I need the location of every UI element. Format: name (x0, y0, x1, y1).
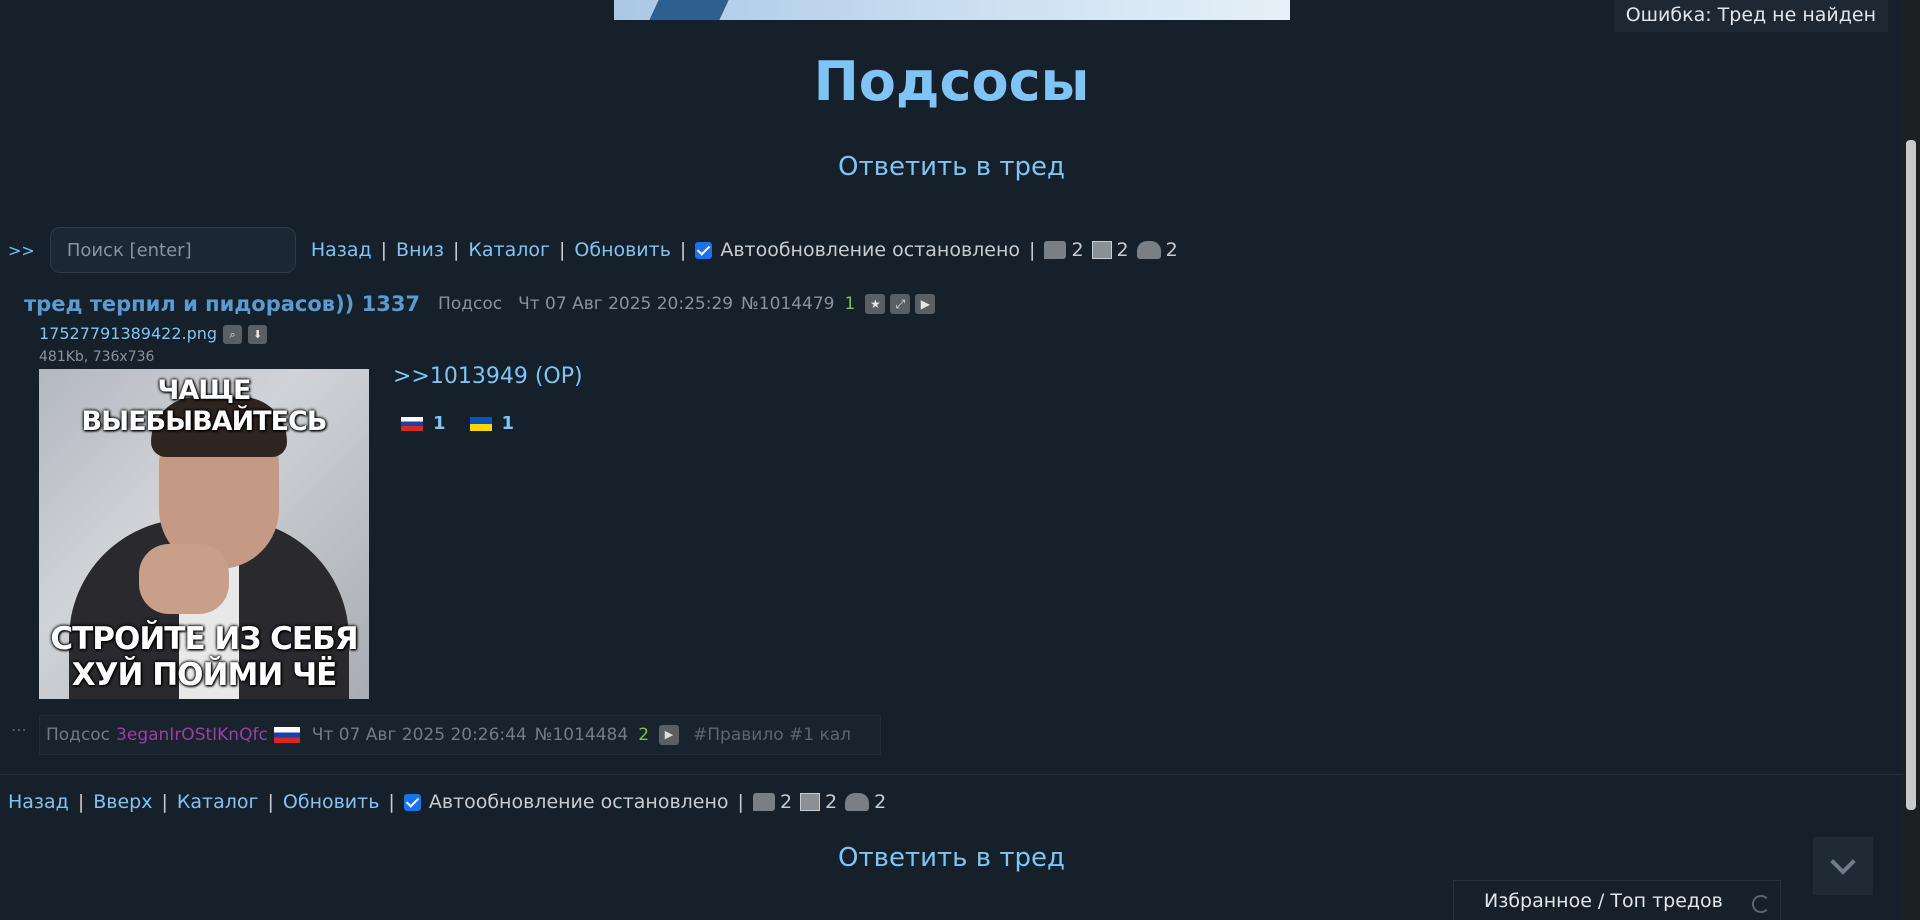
meme-bottom-line-1: СТРОЙТЕ ИЗ СЕБЯ (50, 621, 358, 657)
top-banner[interactable] (614, 0, 1290, 20)
comment-icon (752, 793, 775, 811)
nav-catalog-link[interactable]: Каталог (177, 791, 259, 813)
play-icon[interactable]: ▶ (915, 294, 936, 314)
posts-count: 2 (1071, 239, 1084, 261)
image-hand (139, 544, 229, 614)
comment-icon (1044, 241, 1067, 259)
ua-reaction-count: 1 (501, 413, 515, 434)
users-count: 2 (1165, 239, 1178, 261)
quote-link[interactable]: >>1013949 (OP) (393, 364, 583, 389)
post-number[interactable]: №1014479 (741, 294, 834, 314)
reply-poster-id: 3eganIrOStIKnQfc (116, 725, 268, 745)
thread-nav-top: >> Назад| Вниз| Каталог| Обновить| Автоо… (8, 226, 1186, 274)
meme-bottom-text: СТРОЙТЕ ИЗ СЕБЯ ХУЙ ПОЙМИ ЧЁ (39, 621, 369, 693)
russia-flag-icon (273, 727, 300, 743)
nav-up-link[interactable]: Вверх (93, 791, 152, 813)
autoupdate-checkbox[interactable] (403, 793, 421, 811)
error-toast: Ошибка: Тред не найден (1613, 0, 1888, 32)
thread-nav-bottom: Назад | Вверх | Каталог | Обновить | Автообн… (8, 791, 887, 813)
file-meta: 481Kb, 736x736 (39, 349, 155, 365)
autoupdate-label: Автообновление остановлено (720, 239, 1021, 261)
post-replies-count[interactable]: 1 (845, 294, 856, 314)
post-menu-dots[interactable]: ⋯ (11, 720, 27, 739)
autoupdate-checkbox[interactable] (695, 241, 713, 259)
post-date: Чт 07 Авг 2025 20:25:29 (518, 294, 734, 314)
reply-replies-count[interactable]: 2 (638, 725, 649, 745)
reply-post-header: Подсос 3eganIrOStIKnQfc Чт 07 Авг 2025 2… (39, 715, 881, 755)
file-name-link[interactable]: 17527791389422.png (39, 324, 217, 343)
russia-flag-icon[interactable] (401, 416, 423, 431)
scroll-down-button[interactable] (1813, 837, 1873, 895)
reply-date: Чт 07 Авг 2025 20:26:44 (311, 725, 527, 745)
meme-bottom-line-2: ХУЙ ПОЙМИ ЧЁ (71, 657, 338, 693)
autoupdate-label: Автообновление остановлено (428, 791, 729, 813)
scrollbar-thumb[interactable] (1906, 140, 1916, 810)
search-image-icon[interactable]: ⌕ (223, 325, 243, 344)
users-icon (845, 793, 870, 811)
posts-count: 2 (779, 791, 793, 813)
favorites-panel[interactable]: Избранное / Топ тредов (1453, 880, 1781, 920)
nav-catalog-link[interactable]: Каталог (468, 239, 550, 261)
op-post-header: тред терпил и пидорасов)) 1337 Подсос Чт… (24, 288, 940, 320)
expand-icon[interactable]: ⤢ (890, 294, 911, 314)
play-icon[interactable]: ▶ (659, 725, 680, 745)
nav-refresh-link[interactable]: Обновить (574, 239, 671, 261)
users-icon (1136, 241, 1161, 259)
images-count: 2 (1116, 239, 1129, 261)
post-reactions: 1 1 (401, 413, 538, 434)
ukraine-flag-icon[interactable] (469, 416, 492, 431)
image-icon (1091, 241, 1112, 259)
users-count: 2 (874, 791, 887, 813)
post-subject: тред терпил и пидорасов)) 1337 (24, 292, 421, 316)
reply-poster-name: Подсос (46, 725, 111, 745)
divider (0, 774, 1903, 775)
reply-tag: #Правило #1 кал (693, 725, 852, 745)
scrollbar[interactable] (1902, 0, 1920, 920)
favorites-panel-label: Избранное / Топ тредов (1484, 889, 1723, 912)
reply-in-thread-link-top[interactable]: Ответить в тред (0, 152, 1903, 182)
meme-top-text: ЧАЩЕ ВЫЕБЫВАЙТЕСЬ (81, 375, 328, 437)
favorite-star-icon[interactable]: ★ (865, 294, 886, 314)
images-count: 2 (825, 791, 838, 813)
nav-down-link[interactable]: Вниз (396, 239, 444, 261)
file-info: 17527791389422.png ⌕ ⬇ (39, 324, 268, 344)
banner-graphic (635, 0, 743, 20)
poster-name: Подсос (438, 294, 503, 314)
board-title: Подсосы (813, 50, 1090, 113)
search-input[interactable] (49, 227, 296, 273)
nav-prefix[interactable]: >> (8, 241, 35, 260)
post-body: >>1013949 (OP) (393, 364, 583, 389)
nav-back-link[interactable]: Назад (311, 239, 372, 261)
nav-back-link[interactable]: Назад (8, 791, 69, 813)
nav-refresh-link[interactable]: Обновить (283, 791, 380, 813)
download-icon[interactable]: ⬇ (248, 325, 268, 344)
post-image[interactable]: ЧАЩЕ ВЫЕБЫВАЙТЕСЬ СТРОЙТЕ ИЗ СЕБЯ ХУЙ ПО… (39, 369, 369, 699)
reply-number[interactable]: №1014484 (535, 725, 628, 745)
chevron-down-icon (1830, 849, 1856, 875)
ru-reaction-count: 1 (433, 413, 446, 434)
reply-in-thread-link-bottom[interactable]: Ответить в тред (0, 843, 1903, 873)
loading-spinner-icon (1752, 895, 1770, 913)
image-icon (800, 793, 821, 811)
